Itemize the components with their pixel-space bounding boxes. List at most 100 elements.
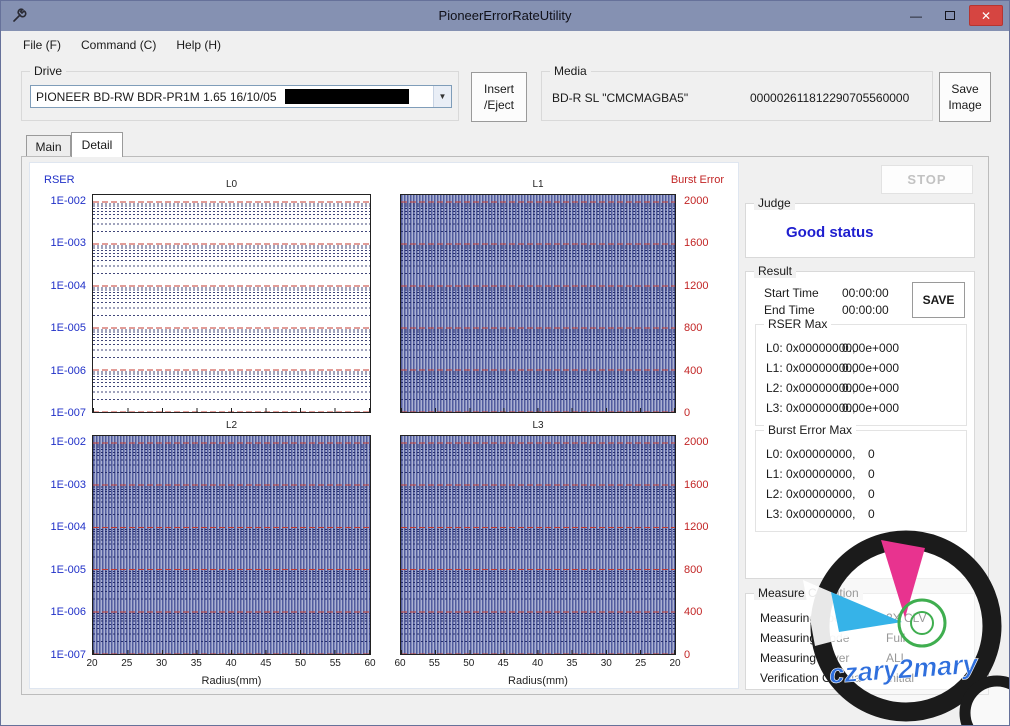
drive-groupbox: Drive PIONEER BD-RW BDR-PR1M 1.65 16/10/… — [21, 71, 459, 121]
minimize-button[interactable]: — — [901, 5, 931, 26]
chart-title-l1: L1 — [400, 179, 676, 190]
axis-tick-label: 25 — [635, 658, 646, 669]
axis-tick-label: 1E-003 — [51, 478, 86, 492]
axis-tick-label: 800 — [684, 321, 702, 335]
condition-label: Measuring Layer — [760, 651, 849, 665]
axis-tick-label: 1200 — [684, 520, 708, 534]
window-title: PioneerErrorRateUtility — [1, 8, 1009, 23]
axis-tick-label: 1E-005 — [51, 563, 86, 577]
result-group-label: Result — [754, 264, 796, 278]
burst-error-max-label: Burst Error Max — [764, 423, 856, 437]
media-group-label: Media — [550, 64, 591, 78]
condition-value: Full — [886, 631, 905, 645]
condition-row-mode: Measuring Mode Full — [746, 631, 974, 647]
rser-max-row-l2: L2: 0x00000000, 0.00e+000 — [756, 381, 966, 397]
axis-tick-label: 800 — [684, 563, 702, 577]
tab-main[interactable]: Main — [26, 135, 71, 157]
stop-button[interactable]: STOP — [881, 165, 973, 194]
rser-row-value: 0.00e+000 — [842, 381, 899, 395]
save-image-button[interactable]: Save Image — [939, 72, 991, 122]
x-axis-label-l3: Radius(mm) — [400, 675, 676, 687]
media-groupbox: Media BD-R SL "CMCMAGBA5" 00000261181229… — [541, 71, 933, 121]
axis-tick-label: 1E-007 — [51, 648, 86, 662]
plot-l3 — [400, 435, 676, 655]
condition-row-verification: Verification Criteria Initial — [746, 671, 974, 687]
drive-combobox[interactable]: PIONEER BD-RW BDR-PR1M 1.65 16/10/05 ▼ — [30, 85, 452, 108]
rser-tick-labels-row2: 1E-0021E-0031E-0041E-0051E-0061E-007 — [34, 435, 88, 655]
axis-tick-label: 20 — [669, 658, 680, 669]
tab-detail[interactable]: Detail — [71, 132, 123, 157]
axis-tick-label: 50 — [463, 658, 474, 669]
condition-label: Verification Criteria — [760, 671, 861, 685]
condition-row-speed: Measuring Speed 2X CLV — [746, 611, 974, 627]
insert-eject-label-1: Insert — [484, 81, 514, 97]
axis-tick-label: 1E-004 — [51, 279, 86, 293]
insert-eject-button[interactable]: Insert /Eject — [471, 72, 527, 122]
maximize-button[interactable] — [935, 5, 965, 26]
burst-tick-labels-row1: 2000160012008004000 — [680, 194, 726, 413]
axis-tick-label: 30 — [156, 658, 167, 669]
media-disc-id: 000002611812290705560000 — [750, 91, 909, 105]
burst-row-label: L2: 0x00000000, — [766, 487, 855, 501]
axis-tick-label: 50 — [295, 658, 306, 669]
end-time-label: End Time — [764, 303, 815, 317]
axis-tick-label: 60 — [364, 658, 375, 669]
burst-row-label: L3: 0x00000000, — [766, 507, 855, 521]
plot-l2 — [92, 435, 371, 655]
condition-label: Measuring Mode — [760, 631, 849, 645]
axis-tick-label: 0 — [684, 406, 690, 420]
rser-max-groupbox: RSER Max L0: 0x00000000, 0.00e+000 L1: 0… — [755, 324, 967, 426]
burst-row-label: L1: 0x00000000, — [766, 467, 855, 481]
rser-row-value: 0.00e+000 — [842, 401, 899, 415]
drive-group-label: Drive — [30, 64, 66, 78]
plot-l1 — [400, 194, 676, 413]
condition-label: Measuring Speed — [760, 611, 854, 625]
axis-tick-label: 2000 — [684, 435, 708, 449]
axis-tick-label: 35 — [566, 658, 577, 669]
end-time-value: 00:00:00 — [842, 303, 889, 317]
axis-tick-label: 1E-002 — [51, 194, 86, 208]
start-time-value: 00:00:00 — [842, 286, 889, 300]
x-tick-labels-l3: 605550454035302520 — [400, 658, 676, 672]
burst-error-max-groupbox: Burst Error Max L0: 0x00000000, 0 L1: 0x… — [755, 430, 967, 532]
axis-tick-label: 45 — [498, 658, 509, 669]
condition-value: 2X CLV — [886, 611, 926, 625]
judge-groupbox: Judge Good status — [745, 203, 975, 258]
menu-item-help[interactable]: Help (H) — [166, 34, 231, 56]
close-button[interactable]: ✕ — [969, 5, 1003, 26]
condition-value: Initial — [886, 671, 914, 685]
burst-max-row-l2: L2: 0x00000000, 0 — [756, 487, 966, 503]
burst-row-value: 0 — [868, 507, 875, 521]
burst-row-value: 0 — [868, 487, 875, 501]
burst-row-label: L0: 0x00000000, — [766, 447, 855, 461]
burst-max-row-l0: L0: 0x00000000, 0 — [756, 447, 966, 463]
menubar: File (F) Command (C) Help (H) — [1, 31, 1009, 58]
save-button[interactable]: SAVE — [912, 282, 965, 318]
axis-tick-label: 400 — [684, 364, 702, 378]
axis-tick-label: 1E-006 — [51, 605, 86, 619]
chart-title-l0: L0 — [92, 179, 371, 190]
chevron-down-icon[interactable]: ▼ — [433, 86, 451, 107]
rser-row-value: 0.00e+000 — [842, 361, 899, 375]
insert-eject-label-2: /Eject — [484, 97, 514, 113]
burst-max-row-l1: L1: 0x00000000, 0 — [756, 467, 966, 483]
rser-max-row-l3: L3: 0x00000000, 0.00e+000 — [756, 401, 966, 417]
axis-tick-label: 1200 — [684, 279, 708, 293]
titlebar: PioneerErrorRateUtility — ✕ — [1, 1, 1009, 31]
rser-axis-title: RSER — [44, 174, 75, 186]
app-window: PioneerErrorRateUtility — ✕ File (F) Com… — [0, 0, 1010, 726]
axis-tick-label: 400 — [684, 605, 702, 619]
plot-l0 — [92, 194, 371, 413]
save-image-label-1: Save — [951, 81, 978, 97]
menu-item-command[interactable]: Command (C) — [71, 34, 166, 56]
axis-tick-label: 55 — [429, 658, 440, 669]
drive-combobox-text: PIONEER BD-RW BDR-PR1M 1.65 16/10/05 — [36, 90, 277, 104]
measure-condition-groupbox: Measure Condition Measuring Speed 2X CLV… — [745, 593, 975, 690]
rser-max-label: RSER Max — [764, 317, 831, 331]
condition-value: ALL — [886, 651, 907, 665]
axis-tick-label: 25 — [121, 658, 132, 669]
axis-tick-label: 1E-002 — [51, 435, 86, 449]
judge-status-text: Good status — [786, 224, 874, 241]
chart-panel: RSER Burst Error L0 L1 L2 L3 1E-0021E-00… — [29, 162, 739, 689]
menu-item-file[interactable]: File (F) — [13, 34, 71, 56]
